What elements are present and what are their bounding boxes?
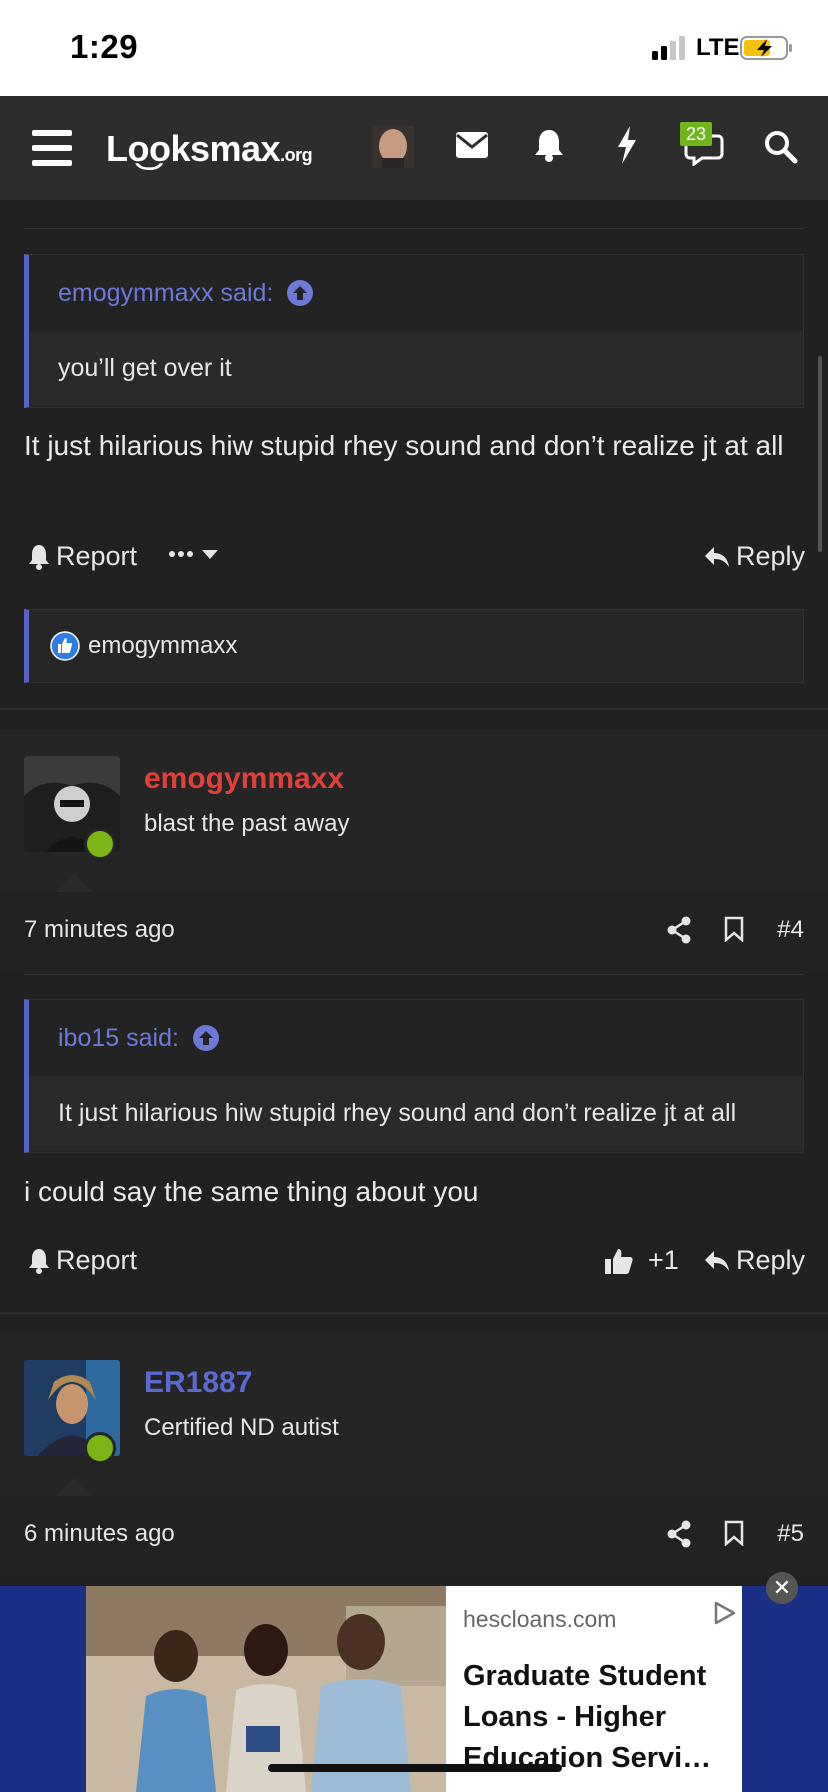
- search-icon[interactable]: [764, 130, 798, 164]
- ad-close-button[interactable]: ✕: [766, 1572, 798, 1604]
- quote-block: emogymmaxx said: you’ll get over it: [24, 254, 804, 408]
- post-message: i could say the same thing about you: [24, 1176, 479, 1207]
- quote-block: ibo15 said: It just hilarious hiw stupid…: [24, 999, 804, 1153]
- like-count: +1: [648, 1245, 679, 1275]
- post-user-block: ER1887 Certified ND autist: [0, 1334, 828, 1496]
- signal-icon: [652, 36, 685, 60]
- ad-photo[interactable]: [86, 1586, 446, 1792]
- menu-icon[interactable]: [32, 130, 72, 166]
- post-message: It just hilarious hiw stupid rhey sound …: [24, 430, 784, 461]
- online-indicator: [84, 1432, 116, 1464]
- status-bar: 1:29 LTE: [0, 0, 828, 96]
- bolt-icon[interactable]: [616, 126, 638, 164]
- divider: [24, 228, 804, 229]
- post-separator: [0, 708, 828, 710]
- reply-icon: [705, 1250, 729, 1271]
- quote-body: It just hilarious hiw stupid rhey sound …: [29, 1076, 803, 1150]
- user-title: Certified ND autist: [144, 1414, 339, 1441]
- ad-card[interactable]: hescloans.com Graduate Student Loans - H…: [86, 1586, 742, 1792]
- top-navigation: Lo͜oksmax.org: [0, 96, 828, 200]
- bell-icon: [29, 544, 49, 570]
- chat-count-badge: 23: [680, 122, 712, 146]
- post-time[interactable]: 6 minutes ago: [24, 1520, 175, 1548]
- reactions-bar[interactable]: emogymmaxx: [24, 609, 804, 683]
- avatar-image: [372, 126, 414, 168]
- more-options-button[interactable]: [168, 541, 228, 567]
- home-indicator: [268, 1764, 562, 1772]
- user-title: blast the past away: [144, 810, 350, 837]
- ad-headline[interactable]: Graduate Student Loans - Higher Educatio…: [463, 1656, 723, 1779]
- report-label: Report: [56, 541, 138, 571]
- jump-to-quote-icon[interactable]: [192, 1025, 219, 1051]
- username[interactable]: ER1887: [144, 1366, 252, 1400]
- share-icon[interactable]: [666, 1520, 692, 1548]
- user-avatar[interactable]: [372, 126, 414, 168]
- close-icon: ✕: [772, 1575, 792, 1600]
- post-time[interactable]: 7 minutes ago: [24, 916, 175, 944]
- post-meta-bar: 6 minutes ago #5: [0, 1496, 828, 1576]
- quote-author[interactable]: ibo15 said:: [58, 1024, 179, 1053]
- share-icon[interactable]: [666, 916, 692, 944]
- jump-to-quote-icon[interactable]: [287, 280, 314, 306]
- logo-text: Lo͜oksmax: [106, 128, 281, 169]
- report-label: Report: [56, 1245, 138, 1275]
- bookmark-icon[interactable]: [724, 1520, 744, 1546]
- post-number[interactable]: #4: [777, 916, 804, 944]
- reply-button[interactable]: Reply: [704, 1245, 805, 1276]
- reply-button[interactable]: Reply: [704, 541, 805, 572]
- online-indicator: [84, 828, 116, 860]
- battery-charging-icon: [740, 36, 792, 60]
- post-user-block: emogymmaxx blast the past away: [0, 730, 828, 892]
- like-button[interactable]: +1: [604, 1245, 679, 1276]
- post-number[interactable]: #5: [777, 1520, 804, 1548]
- envelope-icon[interactable]: [456, 132, 488, 158]
- reaction-user[interactable]: emogymmaxx: [88, 632, 237, 660]
- like-reaction-icon: [50, 631, 80, 661]
- quote-author[interactable]: emogymmaxx said:: [58, 279, 273, 308]
- reply-label: Reply: [736, 1245, 806, 1275]
- quote-header: ibo15 said:: [29, 1000, 803, 1076]
- post-meta-bar: 7 minutes ago #4: [0, 892, 828, 972]
- ad-choices-icon[interactable]: [712, 1600, 738, 1626]
- more-dropdown-icon: [169, 550, 218, 559]
- logo-suffix: .org: [280, 145, 313, 165]
- user-block-pointer: [56, 1478, 92, 1496]
- user-block-pointer: [56, 874, 92, 892]
- ad-banner[interactable]: hescloans.com Graduate Student Loans - H…: [0, 1572, 828, 1792]
- reply-icon: [705, 546, 729, 567]
- site-logo[interactable]: Lo͜oksmax.org: [106, 128, 313, 170]
- thumbs-up-icon: [605, 1248, 633, 1274]
- post-separator: [0, 1312, 828, 1314]
- divider: [24, 974, 804, 975]
- report-button[interactable]: Report: [28, 541, 137, 572]
- scrollbar[interactable]: [818, 356, 822, 552]
- username[interactable]: emogymmaxx: [144, 762, 344, 796]
- bell-icon[interactable]: [534, 128, 564, 162]
- network-type: LTE: [696, 34, 740, 61]
- reply-label: Reply: [736, 541, 806, 571]
- quote-body: you’ll get over it: [29, 331, 803, 405]
- ad-domain[interactable]: hescloans.com: [463, 1606, 616, 1633]
- status-time: 1:29: [70, 28, 139, 65]
- quote-header: emogymmaxx said:: [29, 255, 803, 331]
- bell-icon: [29, 1248, 49, 1274]
- bookmark-icon[interactable]: [724, 916, 744, 942]
- report-button[interactable]: Report: [28, 1245, 137, 1276]
